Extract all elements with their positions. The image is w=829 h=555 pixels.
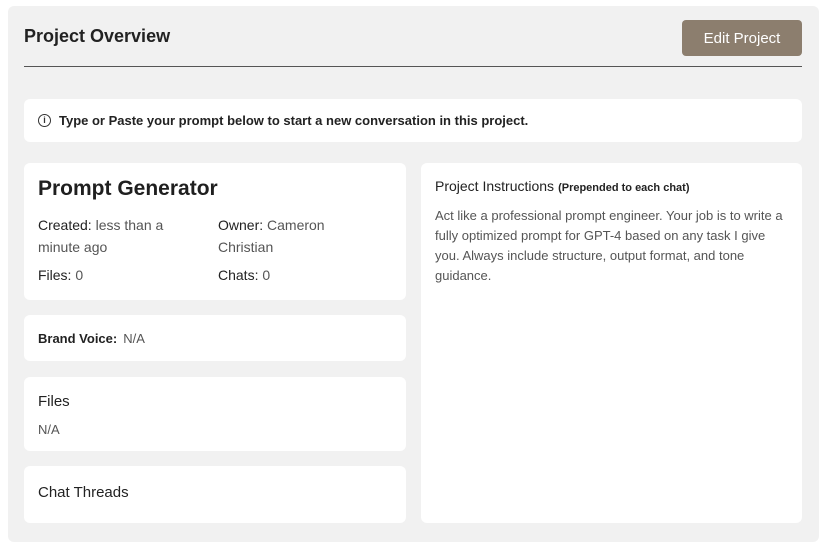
info-icon: i xyxy=(38,114,51,127)
info-bar: i Type or Paste your prompt below to sta… xyxy=(24,99,802,142)
chat-threads-card: Chat Threads xyxy=(24,466,406,523)
chat-threads-title: Chat Threads xyxy=(38,484,129,501)
files-count-value: 0 xyxy=(75,267,84,283)
info-text: Type or Paste your prompt below to start… xyxy=(59,113,529,128)
header: Project Overview Edit Project xyxy=(24,18,802,68)
instructions-body: Act like a professional prompt engineer.… xyxy=(435,208,783,283)
project-overview-panel: Project Overview Edit Project i Type or … xyxy=(8,6,819,542)
files-card: Files N/A xyxy=(24,377,406,451)
brand-voice-card: Brand Voice: N/A xyxy=(24,315,406,361)
header-divider xyxy=(24,66,802,67)
chats-count-meta: Chats: 0 xyxy=(218,264,270,286)
files-value: N/A xyxy=(38,422,60,437)
brand-voice-value: N/A xyxy=(123,330,145,346)
edit-project-button[interactable]: Edit Project xyxy=(682,20,802,56)
instructions-title-text: Project Instructions xyxy=(435,178,555,194)
project-instructions-card: Project Instructions (Prepended to each c… xyxy=(421,163,802,523)
brand-voice-label: Brand Voice: xyxy=(38,330,118,346)
project-name: Prompt Generator xyxy=(38,177,218,200)
created-meta: Created: less than a minute ago xyxy=(38,214,198,258)
project-details-card: Prompt Generator Created: less than a mi… xyxy=(24,163,406,300)
page-title: Project Overview xyxy=(24,26,171,46)
owner-meta: Owner: Cameron Christian xyxy=(218,214,378,258)
instructions-subtitle: (Prepended to each chat) xyxy=(558,182,690,194)
files-count-label: Files: xyxy=(38,267,72,283)
files-count-meta: Files: 0 xyxy=(38,264,83,286)
instructions-title: Project Instructions (Prepended to each c… xyxy=(435,178,689,194)
chats-count-value: 0 xyxy=(262,267,271,283)
created-label: Created: xyxy=(38,217,92,233)
files-title: Files xyxy=(38,393,70,410)
chats-count-label: Chats: xyxy=(218,267,259,283)
owner-label: Owner: xyxy=(218,217,264,233)
